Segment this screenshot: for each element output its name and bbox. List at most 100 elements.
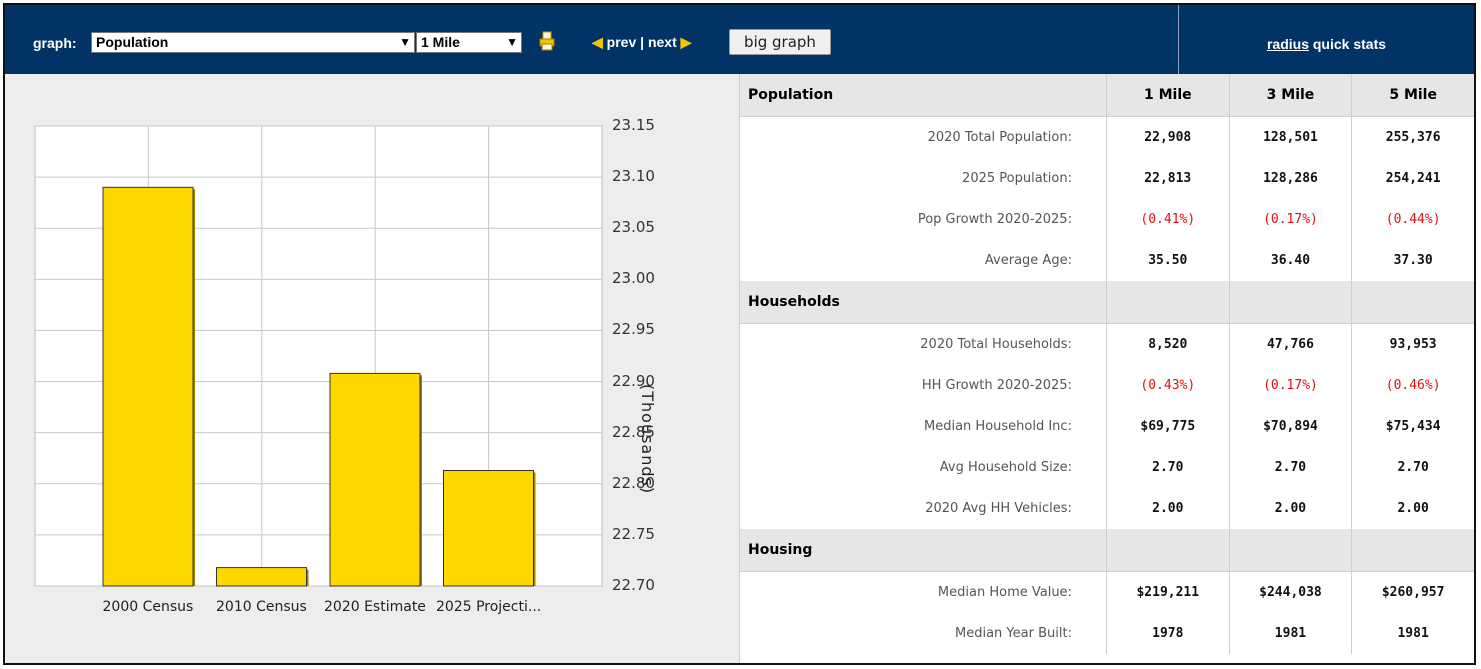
dropdown-arrow-icon: ▼ xyxy=(399,35,411,49)
row-value: 1981 xyxy=(1351,613,1474,654)
row-value: 2.70 xyxy=(1228,447,1352,488)
row-value: 93,953 xyxy=(1351,323,1474,365)
section-title: Population xyxy=(740,74,1107,117)
row-value: (0.17%) xyxy=(1228,199,1352,240)
section-header-row: Households xyxy=(740,281,1474,324)
x-category-label: 2000 Census xyxy=(102,599,194,615)
column-header xyxy=(1105,281,1230,324)
radius-link[interactable]: radius xyxy=(1267,36,1309,52)
section-title: Households xyxy=(740,281,1107,324)
row-label: Avg Household Size: xyxy=(939,460,1072,475)
bar[interactable] xyxy=(329,372,421,587)
next-link[interactable]: next xyxy=(648,34,677,50)
row-label: Median Household Inc: xyxy=(924,419,1072,434)
section-title: Housing xyxy=(740,529,1107,572)
x-category-label: 2010 Census xyxy=(216,599,307,615)
quick-stats-table: Population 1 Mile 3 Mile 5 Mile 2020 Total P… xyxy=(740,74,1474,654)
section-header-row: Population 1 Mile 3 Mile 5 Mile xyxy=(740,74,1474,117)
row-label: Average Age: xyxy=(984,253,1072,268)
y-tick-label: 23.00 xyxy=(612,269,655,288)
column-header xyxy=(1228,281,1352,324)
table-row: Pop Growth 2020-2025: (0.41%) (0.17%) (0.44… xyxy=(740,199,1474,240)
row-value: $75,434 xyxy=(1351,406,1474,447)
row-value: 35.50 xyxy=(1105,240,1230,281)
row-label: Median Home Value: xyxy=(937,585,1072,600)
row-value: 22,908 xyxy=(1105,116,1230,158)
row-value: $260,957 xyxy=(1351,571,1474,613)
row-value: $244,038 xyxy=(1228,571,1352,613)
column-header xyxy=(1228,529,1352,572)
row-value: 128,286 xyxy=(1228,158,1352,199)
nav-divider: | xyxy=(640,34,645,50)
table-row: Avg Household Size: 2.70 2.70 2.70 xyxy=(740,447,1474,488)
bar[interactable] xyxy=(102,186,194,587)
big-graph-button[interactable]: big graph xyxy=(729,29,831,55)
row-value: 1981 xyxy=(1228,613,1352,654)
table-row: 2020 Avg HH Vehicles: 2.00 2.00 2.00 xyxy=(740,488,1474,529)
y-tick-label: 23.15 xyxy=(612,116,655,134)
row-label: 2025 Population: xyxy=(962,171,1072,186)
y-tick-label: 22.75 xyxy=(612,524,655,543)
y-tick-label: 22.70 xyxy=(612,576,655,594)
metric-select[interactable]: Population ▼ xyxy=(91,32,415,53)
column-header: 3 Mile xyxy=(1228,74,1352,117)
x-category-label: 2020 Estimate xyxy=(324,599,426,615)
row-value: 8,520 xyxy=(1105,323,1230,365)
row-value: $70,894 xyxy=(1228,406,1352,447)
row-label: HH Growth 2020-2025: xyxy=(921,378,1072,393)
bar[interactable] xyxy=(216,567,307,587)
row-value: 2.00 xyxy=(1105,488,1230,529)
metric-select-value: Population xyxy=(96,34,169,50)
dropdown-arrow-icon: ▼ xyxy=(506,35,518,49)
section-header-row: Housing xyxy=(740,529,1474,572)
row-value: 2.70 xyxy=(1105,447,1230,488)
row-value: 2.00 xyxy=(1228,488,1352,529)
row-label: Median Year Built: xyxy=(955,626,1072,641)
row-value: 22,813 xyxy=(1105,158,1230,199)
row-label: 2020 Avg HH Vehicles: xyxy=(925,501,1072,516)
table-row: Median Household Inc: $69,775 $70,894 $75,4… xyxy=(740,406,1474,447)
row-label: Pop Growth 2020-2025: xyxy=(917,212,1072,227)
next-arrow-icon[interactable]: ▶ xyxy=(681,34,692,50)
row-value: 47,766 xyxy=(1228,323,1352,365)
toolbar: graph: Population ▼ 1 Mile ▼ ◀ prev | ne… xyxy=(5,5,1474,74)
radius-select-value: 1 Mile xyxy=(421,34,460,50)
quick-stats-label: quick stats xyxy=(1308,36,1387,52)
row-label: 2020 Total Households: xyxy=(920,337,1072,352)
prev-link[interactable]: prev xyxy=(607,34,637,50)
printer-icon[interactable] xyxy=(539,31,555,51)
bar[interactable] xyxy=(443,469,534,587)
row-label: 2020 Total Population: xyxy=(927,130,1072,145)
y-tick-label: 23.05 xyxy=(612,218,655,237)
row-value: 128,501 xyxy=(1228,116,1352,158)
column-header xyxy=(1351,281,1474,324)
column-header xyxy=(1351,529,1474,572)
row-value: (0.17%) xyxy=(1228,365,1352,406)
quick-stats-title: radius quick stats xyxy=(1179,36,1474,52)
row-value: 1978 xyxy=(1105,613,1230,654)
row-value: 254,241 xyxy=(1351,158,1474,199)
row-value: (0.41%) xyxy=(1105,199,1230,240)
row-value: $69,775 xyxy=(1105,406,1230,447)
row-value: 255,376 xyxy=(1351,116,1474,158)
table-row: 2020 Total Population: 22,908 128,501 255,3… xyxy=(740,116,1474,158)
x-category-label: 2025 Projecti... xyxy=(436,599,542,615)
column-header: 1 Mile xyxy=(1105,74,1230,117)
y-tick-label: 22.95 xyxy=(612,320,655,339)
column-header: 5 Mile xyxy=(1351,74,1474,117)
app-frame: graph: Population ▼ 1 Mile ▼ ◀ prev | ne… xyxy=(3,3,1476,665)
prev-arrow-icon[interactable]: ◀ xyxy=(592,34,603,50)
table-row: Average Age: 35.50 36.40 37.30 xyxy=(740,240,1474,281)
y-axis-label: (Thousands) xyxy=(638,384,657,495)
graph-label: graph: xyxy=(33,35,77,51)
table-row: HH Growth 2020-2025: (0.43%) (0.17%) (0.46%… xyxy=(740,365,1474,406)
column-header xyxy=(1105,529,1230,572)
chart-panel: 23.15 23.10 23.05 23.00 22.95 22.90 22.85 22.80… xyxy=(5,74,739,663)
row-value: $219,211 xyxy=(1105,571,1230,613)
quick-stats-panel: Population 1 Mile 3 Mile 5 Mile 2020 Total P… xyxy=(739,74,1474,663)
radius-select[interactable]: 1 Mile ▼ xyxy=(416,32,522,53)
row-value: (0.44%) xyxy=(1351,199,1474,240)
row-value: (0.46%) xyxy=(1351,365,1474,406)
row-value: 36.40 xyxy=(1228,240,1352,281)
row-value: 37.30 xyxy=(1351,240,1474,281)
